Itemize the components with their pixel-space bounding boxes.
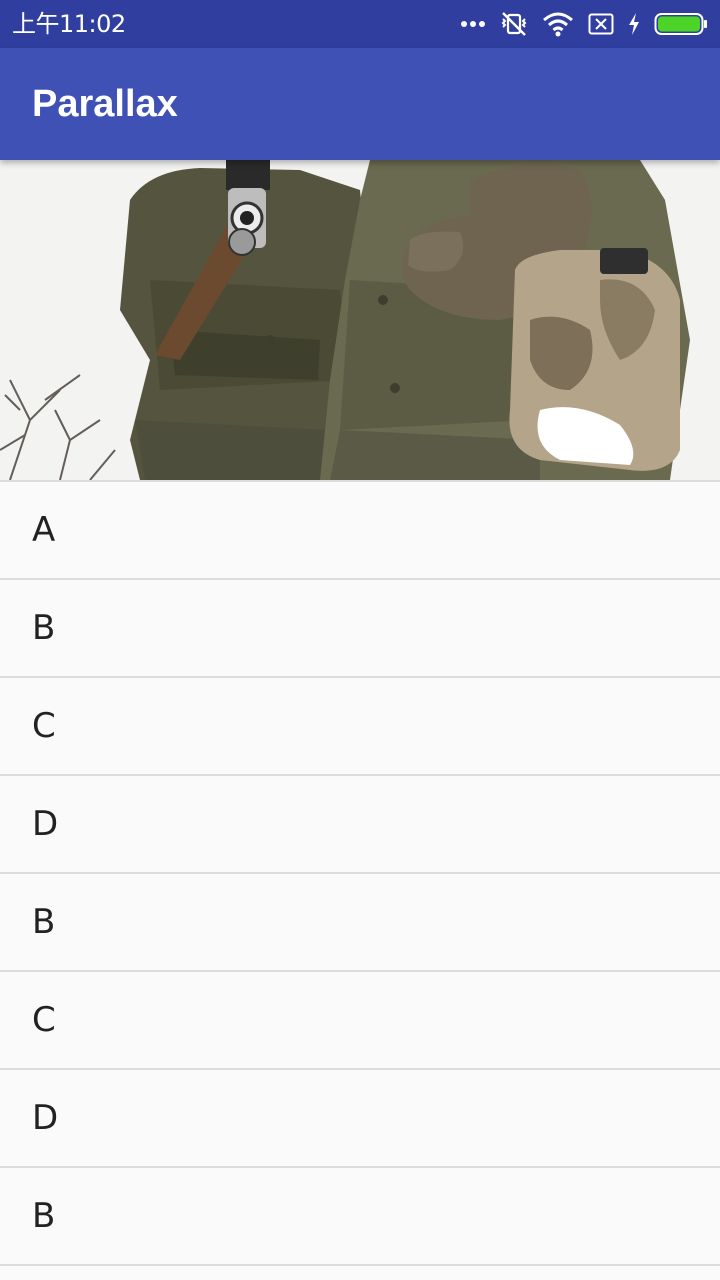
list-item[interactable]: A <box>0 480 720 578</box>
more-dots-icon <box>460 20 486 28</box>
list-item[interactable]: B <box>0 1166 720 1264</box>
soldiers-photo <box>0 160 720 480</box>
status-bar: 上午11:02 <box>0 0 720 48</box>
list-item[interactable]: B <box>0 578 720 676</box>
list-item[interactable]: D <box>0 1068 720 1166</box>
vibrate-off-icon <box>500 10 528 38</box>
charging-icon <box>628 13 640 35</box>
list-item[interactable]: C <box>0 676 720 774</box>
header-image <box>0 160 720 480</box>
app-title: Parallax <box>32 83 178 125</box>
list-item[interactable]: C <box>0 970 720 1068</box>
list-item[interactable]: D <box>0 774 720 872</box>
list-divider <box>0 1264 720 1266</box>
list-item[interactable]: B <box>0 872 720 970</box>
battery-icon <box>654 12 708 36</box>
status-icons <box>460 0 708 48</box>
app-bar: Parallax <box>0 48 720 160</box>
no-sim-icon <box>588 13 614 35</box>
item-list: A B C D B C D B <box>0 480 720 1266</box>
wifi-icon <box>542 11 574 37</box>
status-time: 上午11:02 <box>12 10 126 38</box>
